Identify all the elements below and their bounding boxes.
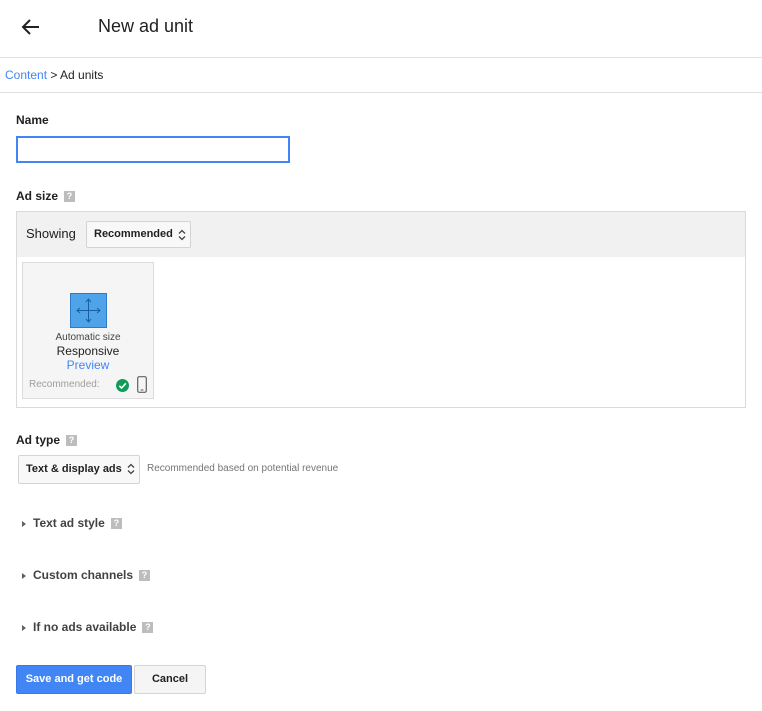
breadcrumb: Content > Ad units — [5, 68, 103, 82]
ad-size-help-icon[interactable]: ? — [64, 191, 76, 203]
ad-type-label-text: Ad type — [16, 433, 61, 447]
help-icon[interactable]: ? — [142, 622, 154, 634]
name-input[interactable] — [16, 136, 290, 163]
section-label: If no ads available — [33, 620, 137, 634]
help-icon[interactable]: ? — [110, 518, 122, 530]
ad-type-help-icon[interactable]: ? — [66, 435, 78, 447]
save-and-get-code-button[interactable]: Save and get code — [16, 665, 132, 694]
ad-size-panel-header: Showing Recommended — [17, 212, 745, 257]
responsive-size-card[interactable]: Automatic size Responsive Preview Recomm… — [22, 262, 154, 399]
ad-type-select-value: Text & display ads — [26, 463, 122, 475]
text-ad-style-section[interactable]: Text ad style? — [22, 516, 122, 530]
check-circle-icon — [116, 379, 129, 392]
ad-type-select[interactable]: Text & display ads — [18, 455, 140, 484]
expand-triangle-icon — [22, 572, 26, 579]
showing-select-value: Recommended — [94, 228, 173, 240]
showing-select[interactable]: Recommended — [86, 221, 191, 248]
breadcrumb-content-link[interactable]: Content — [5, 68, 47, 82]
preview-link[interactable]: Preview — [23, 358, 153, 372]
automatic-size-caption: Automatic size — [55, 332, 121, 343]
divider — [0, 92, 762, 93]
select-caret-icon — [127, 463, 135, 475]
back-arrow-icon[interactable] — [18, 14, 44, 40]
recommended-label: Recommended: — [29, 379, 100, 390]
expand-triangle-icon — [22, 624, 26, 631]
breadcrumb-current: Ad units — [60, 68, 104, 82]
if-no-ads-available-section[interactable]: If no ads available? — [22, 620, 154, 634]
responsive-title: Responsive — [56, 344, 120, 358]
showing-label: Showing — [26, 226, 76, 241]
section-label: Custom channels — [33, 568, 134, 582]
select-caret-icon — [178, 229, 186, 241]
help-icon[interactable]: ? — [139, 570, 151, 582]
ad-size-label-text: Ad size — [16, 189, 59, 203]
custom-channels-section[interactable]: Custom channels? — [22, 568, 151, 582]
ad-type-recommendation-note: Recommended based on potential revenue — [147, 463, 339, 474]
section-label: Text ad style — [33, 516, 105, 530]
mobile-phone-icon — [137, 376, 147, 393]
ad-type-label: Ad type? — [16, 433, 78, 447]
top-bar: New ad unit — [0, 0, 762, 58]
name-label: Name — [16, 113, 49, 127]
breadcrumb-separator: > — [47, 68, 61, 82]
cancel-button[interactable]: Cancel — [134, 665, 206, 694]
responsive-resize-icon — [70, 293, 107, 328]
expand-triangle-icon — [22, 520, 26, 527]
page-title: New ad unit — [98, 16, 194, 36]
ad-size-panel: Showing Recommended Automatic size Respo… — [16, 211, 746, 408]
ad-size-label: Ad size? — [16, 189, 76, 203]
